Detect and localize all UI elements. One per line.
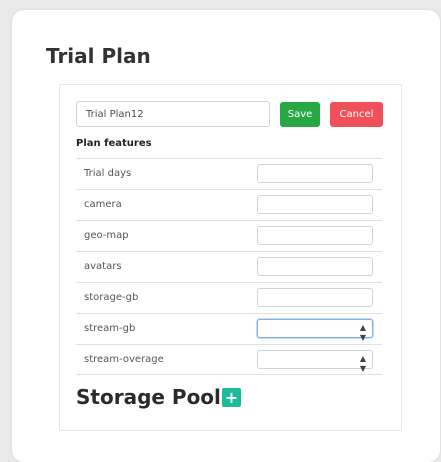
- feature-row-camera: camera: [76, 189, 382, 220]
- feature-row-storage-gb: storage-gb: [76, 282, 382, 313]
- page-title: Trial Plan: [46, 44, 151, 68]
- select-arrows-icon: ▲ ▼: [359, 323, 366, 342]
- cancel-button[interactable]: Cancel: [330, 102, 383, 127]
- feature-row-geo-map: geo-map: [76, 220, 382, 251]
- feature-label: avatars: [84, 261, 122, 272]
- geo-map-input[interactable]: [257, 226, 373, 245]
- avatars-input[interactable]: [257, 257, 373, 276]
- stream-overage-select[interactable]: ▲ ▼: [257, 350, 373, 373]
- feature-label: geo-map: [84, 230, 129, 241]
- plus-icon: +: [224, 387, 239, 407]
- stream-gb-select[interactable]: ▲ ▼: [257, 319, 373, 342]
- feature-label: stream-gb: [84, 323, 136, 334]
- save-button[interactable]: Save: [280, 102, 320, 127]
- feature-row-stream-gb: stream-gb ▲ ▼: [76, 313, 382, 344]
- feature-row-stream-overage: stream-overage ▲ ▼: [76, 344, 382, 375]
- plan-name-input[interactable]: [76, 101, 270, 127]
- select-arrows-icon: ▲ ▼: [359, 354, 366, 373]
- camera-input[interactable]: [257, 195, 373, 214]
- feature-label: storage-gb: [84, 292, 139, 303]
- plan-features-heading: Plan features: [76, 138, 152, 149]
- trial-days-input[interactable]: [257, 164, 373, 183]
- feature-label: Trial days: [84, 168, 132, 179]
- storage-pools-heading: Storage Pools: [76, 385, 233, 409]
- feature-label: stream-overage: [84, 354, 164, 365]
- feature-row-avatars: avatars: [76, 251, 382, 282]
- feature-label: camera: [84, 199, 122, 210]
- feature-row-trial-days: Trial days: [76, 158, 382, 189]
- storage-gb-input[interactable]: [257, 288, 373, 307]
- add-storage-pool-button[interactable]: +: [222, 388, 241, 407]
